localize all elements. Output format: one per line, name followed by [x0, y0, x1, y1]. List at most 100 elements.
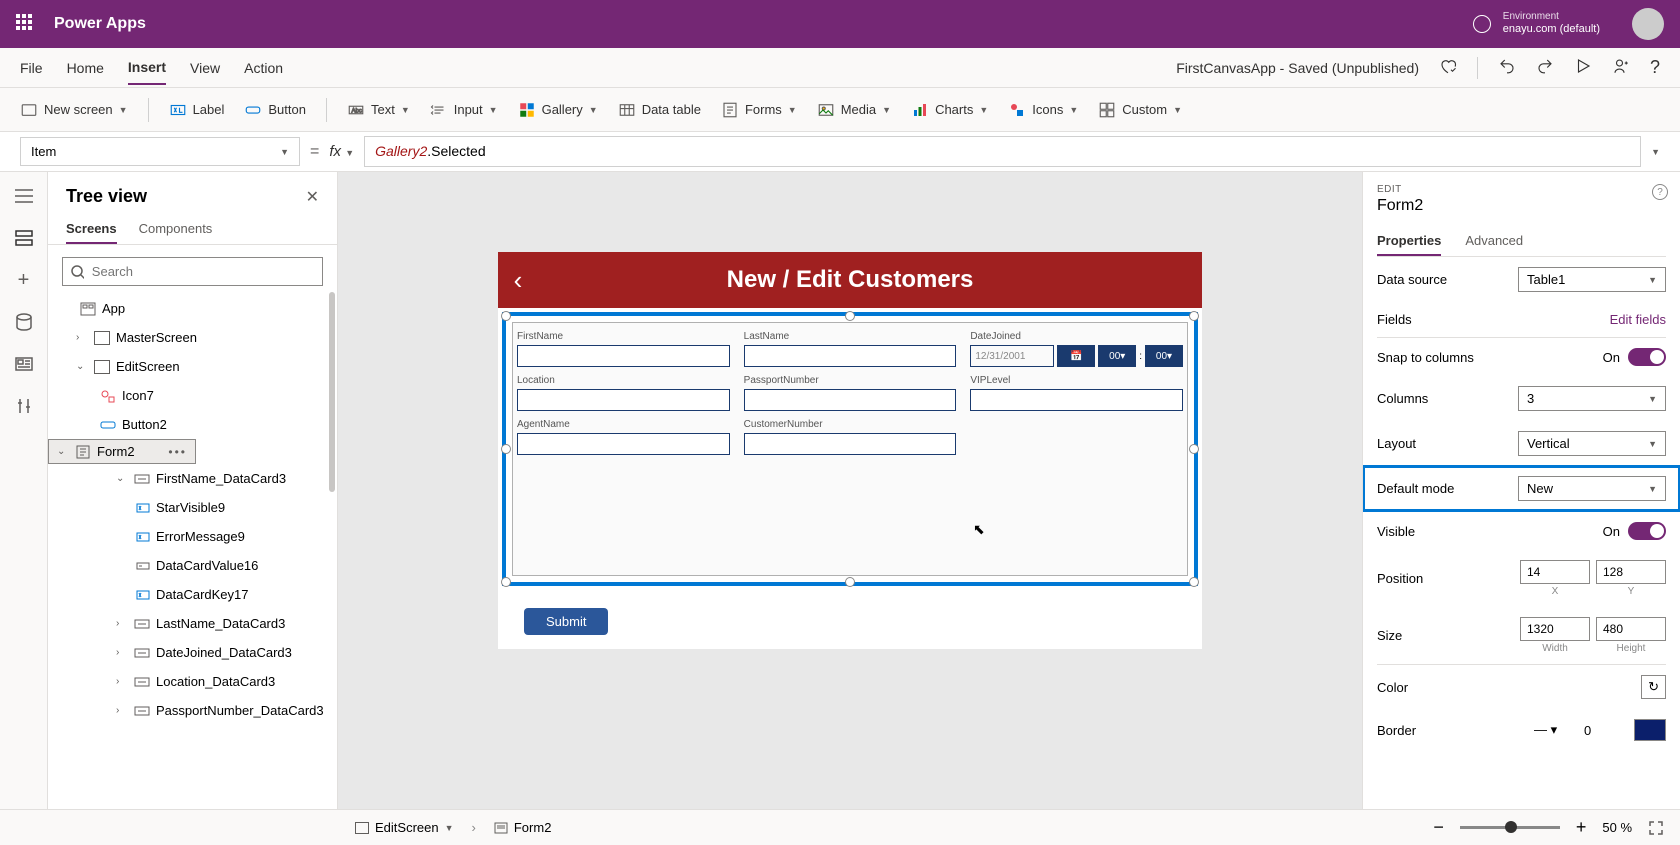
defaultmode-select[interactable]: New▼ [1518, 476, 1666, 501]
data-icon[interactable] [14, 312, 34, 332]
gallery-button[interactable]: Gallery▼ [518, 101, 598, 119]
add-icon[interactable]: + [14, 270, 34, 290]
width-input[interactable]: 1320 [1520, 617, 1590, 641]
help-icon[interactable]: ? [1650, 57, 1660, 78]
vip-input[interactable] [970, 389, 1183, 411]
submit-button[interactable]: Submit [524, 608, 608, 635]
tree-item-dckey[interactable]: DataCardKey17 [48, 580, 337, 609]
back-icon[interactable]: ‹ [498, 265, 538, 296]
label-button[interactable]: Label [169, 101, 225, 119]
tree-item-editscreen[interactable]: ⌄EditScreen [48, 352, 337, 381]
zoom-value: 50 % [1602, 820, 1632, 835]
agent-input[interactable] [517, 433, 730, 455]
tree-item-lastname-dc[interactable]: ›LastName_DataCard3 [48, 609, 337, 638]
menu-file[interactable]: File [20, 52, 43, 84]
tree-item-starvisible[interactable]: StarVisible9 [48, 493, 337, 522]
minute-dropdown[interactable]: 00 ▾ [1145, 345, 1183, 367]
health-icon[interactable] [1439, 57, 1457, 78]
tree-view-icon[interactable] [14, 228, 34, 248]
forms-button[interactable]: Forms▼ [721, 101, 797, 119]
undo-icon[interactable] [1498, 57, 1516, 78]
firstname-input[interactable] [517, 345, 730, 367]
fx-label[interactable]: fx ▼ [329, 143, 354, 160]
breadcrumb-editscreen[interactable]: EditScreen▼ [355, 820, 454, 835]
formula-input[interactable]: Gallery2.Selected [364, 136, 1641, 167]
date-input[interactable]: 12/31/2001 [970, 345, 1054, 367]
zoom-out-icon[interactable]: − [1433, 817, 1444, 838]
media-panel-icon[interactable] [14, 354, 34, 374]
breadcrumb-form2[interactable]: Form2 [494, 820, 552, 835]
tab-properties[interactable]: Properties [1377, 227, 1441, 256]
avatar[interactable] [1632, 8, 1664, 40]
tab-screens[interactable]: Screens [66, 215, 117, 244]
text-button[interactable]: AbcText▼ [347, 101, 410, 119]
tree-item-form2[interactable]: ⌄Form2••• [48, 439, 196, 464]
waffle-icon[interactable] [16, 14, 36, 34]
tree-item-button2[interactable]: Button2 [48, 410, 337, 439]
scrollbar-thumb[interactable] [329, 292, 335, 492]
edit-fields-link[interactable]: Edit fields [1610, 312, 1666, 327]
menu-view[interactable]: View [190, 52, 220, 84]
columns-select[interactable]: 3▼ [1518, 386, 1666, 411]
new-screen-button[interactable]: New screen▼ [20, 101, 128, 119]
charts-button[interactable]: Charts▼ [911, 101, 988, 119]
zoom-in-icon[interactable]: + [1576, 817, 1587, 838]
calendar-icon[interactable]: 📅 [1057, 345, 1095, 367]
close-icon[interactable]: ✕ [306, 187, 319, 207]
menu-insert[interactable]: Insert [128, 51, 166, 85]
tree-item-datejoined-dc[interactable]: ›DateJoined_DataCard3 [48, 638, 337, 667]
data-table-button[interactable]: Data table [618, 101, 701, 119]
pos-y-input[interactable]: 128 [1596, 560, 1666, 584]
border-color-swatch[interactable] [1634, 719, 1666, 741]
field-label-lastname: LastName [744, 331, 957, 342]
hamburger-icon[interactable] [14, 186, 34, 206]
height-input[interactable]: 480 [1596, 617, 1666, 641]
tools-icon[interactable] [14, 396, 34, 416]
icons-button[interactable]: Icons▼ [1008, 101, 1078, 119]
tree-item-icon7[interactable]: Icon7 [48, 381, 337, 410]
layout-select[interactable]: Vertical▼ [1518, 431, 1666, 456]
passport-input[interactable] [744, 389, 957, 411]
border-width-input[interactable]: 0 [1584, 723, 1628, 738]
tree-search[interactable] [62, 257, 323, 286]
tree-item-dcvalue[interactable]: DataCardValue16 [48, 551, 337, 580]
tree-item-passport-dc[interactable]: ›PassportNumber_DataCard3 [48, 696, 337, 725]
media-button[interactable]: Media▼ [817, 101, 891, 119]
button-button[interactable]: Button [244, 101, 306, 119]
help-circle-icon[interactable]: ? [1652, 184, 1668, 200]
tree-item-location-dc[interactable]: ›Location_DataCard3 [48, 667, 337, 696]
menu-action[interactable]: Action [244, 52, 283, 84]
hour-dropdown[interactable]: 00 ▾ [1098, 345, 1136, 367]
snap-toggle[interactable] [1628, 348, 1666, 366]
border-style-select[interactable]: — ▾ [1534, 722, 1578, 738]
prop-border-label: Border [1377, 723, 1416, 738]
tab-components[interactable]: Components [139, 215, 213, 244]
tab-advanced[interactable]: Advanced [1465, 227, 1523, 256]
menu-home[interactable]: Home [67, 52, 104, 84]
form2-selection[interactable]: FirstName LastName DateJoined 12/31/2001… [502, 312, 1198, 586]
color-refresh[interactable]: ↻ [1641, 675, 1666, 699]
pos-x-input[interactable]: 14 [1520, 560, 1590, 584]
more-icon[interactable]: ••• [168, 445, 187, 459]
canvas-screen[interactable]: ‹ New / Edit Customers FirstName LastNam… [498, 252, 1202, 649]
fit-icon[interactable] [1648, 820, 1664, 836]
datasource-select[interactable]: Table1▼ [1518, 267, 1666, 292]
play-icon[interactable] [1574, 57, 1592, 78]
tree-item-firstname-dc[interactable]: ⌄FirstName_DataCard3 [48, 464, 337, 493]
tree-item-app[interactable]: App [48, 294, 337, 323]
search-input[interactable] [92, 264, 314, 279]
custnum-input[interactable] [744, 433, 957, 455]
environment-info[interactable]: Environment enayu.com (default) [1503, 11, 1600, 36]
tree-item-errormsg[interactable]: ErrorMessage9 [48, 522, 337, 551]
redo-icon[interactable] [1536, 57, 1554, 78]
formula-expand-icon[interactable]: ▼ [1651, 147, 1660, 157]
location-input[interactable] [517, 389, 730, 411]
lastname-input[interactable] [744, 345, 957, 367]
custom-button[interactable]: Custom▼ [1098, 101, 1182, 119]
zoom-slider[interactable] [1460, 826, 1560, 829]
input-button[interactable]: Input▼ [430, 101, 498, 119]
tree-item-masterscreen[interactable]: ›MasterScreen [48, 323, 337, 352]
share-icon[interactable] [1612, 57, 1630, 78]
property-selector[interactable]: Item▼ [20, 137, 300, 166]
visible-toggle[interactable] [1628, 522, 1666, 540]
